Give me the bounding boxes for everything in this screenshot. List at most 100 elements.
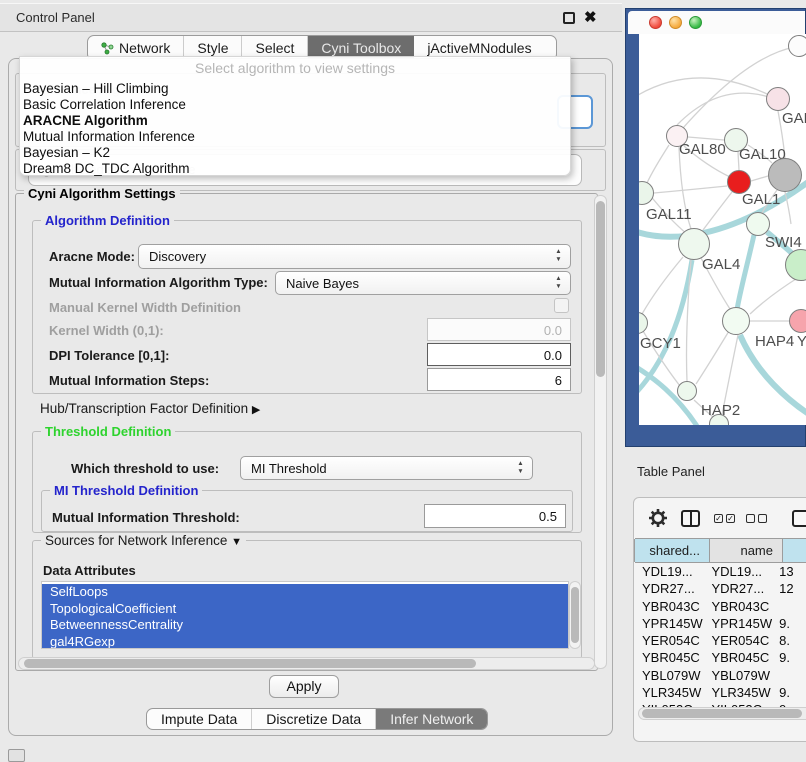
- float-panel-icon[interactable]: [563, 12, 575, 24]
- combo-arrows-icon: ▲▼: [554, 275, 563, 291]
- cyni-algorithm-settings-groupbox: Cyni Algorithm Settings Algorithm Defini…: [15, 193, 598, 671]
- network-node[interactable]: [768, 158, 802, 192]
- hub-definition-toggle[interactable]: Hub/Transcription Factor Definition ▶: [40, 401, 260, 416]
- table-cell: [772, 667, 806, 684]
- attribute-list-item[interactable]: BetweennessCentrality: [42, 617, 568, 634]
- tab-cyni-toolbox-label: Cyni Toolbox: [321, 40, 401, 56]
- zoom-traffic-light-icon[interactable]: [689, 16, 702, 29]
- dropdown-item[interactable]: Basic Correlation Inference: [20, 97, 570, 113]
- kernel-width-label: Kernel Width (0,1):: [49, 323, 164, 338]
- table-row[interactable]: YBL079WYBL079W: [635, 667, 806, 684]
- cyni-algorithm-settings-title: Cyni Algorithm Settings: [24, 186, 180, 201]
- close-icon[interactable]: ✖: [584, 8, 597, 26]
- network-node-y[interactable]: [789, 309, 806, 333]
- table-cell: YER054C: [704, 632, 772, 649]
- table-column-header[interactable]: A: [782, 539, 806, 562]
- mi-threshold-title: MI Threshold Definition: [50, 483, 202, 498]
- hub-definition-label: Hub/Transcription Factor Definition: [40, 401, 248, 416]
- table-mode-icon[interactable]: [792, 510, 806, 527]
- table-column-header[interactable]: name: [709, 539, 783, 562]
- table-row[interactable]: YLR345WYLR345W9.: [635, 684, 806, 701]
- which-threshold-value: MI Threshold: [251, 461, 327, 476]
- table-cell: YLR345W: [704, 684, 772, 701]
- network-node-label: Y: [797, 333, 806, 350]
- algorithm-definition-groupbox: Algorithm Definition Aracne Mode: Discov…: [32, 220, 582, 394]
- tab-impute-data[interactable]: Impute Data: [147, 709, 252, 729]
- network-node-label: HAP4: [755, 333, 794, 350]
- table-cell: 12: [772, 580, 806, 597]
- mi-type-combo[interactable]: Naive Bayes ▲▼: [275, 271, 571, 295]
- check-all-icon2[interactable]: ✓: [726, 514, 735, 523]
- dropdown-item[interactable]: Bayesian – Hill Climbing: [20, 81, 570, 97]
- data-attributes-label: Data Attributes: [43, 563, 136, 578]
- mi-steps-field[interactable]: 6: [427, 368, 571, 391]
- dock-panel-icon[interactable]: [8, 749, 25, 762]
- uncheck-all-icon2[interactable]: [758, 514, 767, 523]
- settings-vertical-scrollbar[interactable]: [594, 195, 607, 669]
- table-column-header[interactable]: shared...: [634, 539, 710, 562]
- aracne-mode-label: Aracne Mode:: [49, 249, 135, 264]
- table-cell: YDR27...: [704, 580, 772, 597]
- sources-groupbox: Sources for Network Inference ▼ Data Att…: [32, 540, 582, 659]
- network-node-swi4[interactable]: [746, 212, 770, 236]
- attribute-list-item[interactable]: gal4RGexp: [42, 634, 568, 650]
- tab-discretize-data[interactable]: Discretize Data: [252, 709, 376, 729]
- table-cell: YBR043C: [704, 598, 772, 615]
- table-cell: [772, 598, 806, 615]
- dpi-tolerance-label: DPI Tolerance [0,1]:: [49, 348, 169, 363]
- network-node-label: GCY1: [640, 335, 681, 352]
- threshold-definition-groupbox: Threshold Definition Which threshold to …: [32, 431, 582, 533]
- attribute-list-scrollbar[interactable]: [569, 581, 581, 649]
- dropdown-item[interactable]: Dream8 DC_TDC Algorithm: [20, 161, 570, 177]
- gear-icon[interactable]: [648, 508, 668, 533]
- network-node-label: GAL80: [679, 141, 726, 158]
- table-cell: YPR145W: [635, 615, 704, 632]
- tab-infer-network[interactable]: Infer Network: [376, 709, 487, 729]
- expanded-arrow-icon: ▼: [231, 536, 242, 548]
- kernel-width-field[interactable]: 0.0: [427, 318, 571, 341]
- table-cell: YER054C: [635, 632, 704, 649]
- table-cell: YDL19...: [704, 563, 772, 580]
- table-cell: 9.: [772, 615, 806, 632]
- table-row[interactable]: YER054CYER054C8.: [635, 632, 806, 649]
- which-threshold-combo[interactable]: MI Threshold ▲▼: [240, 456, 533, 480]
- table-horizontal-scrollbar[interactable]: [638, 707, 806, 720]
- network-node-hap2[interactable]: [677, 381, 697, 401]
- close-traffic-light-icon[interactable]: [649, 16, 662, 29]
- table-row[interactable]: YDL19...YDL19...13: [635, 563, 806, 580]
- table-row[interactable]: YBR045CYBR045C9.: [635, 649, 806, 666]
- attribute-list-item[interactable]: SelfLoops: [42, 584, 568, 601]
- aracne-mode-combo[interactable]: Discovery ▲▼: [138, 244, 571, 269]
- data-attributes-list[interactable]: SelfLoopsTopologicalCoefficientBetweenne…: [41, 581, 569, 649]
- sources-toggle[interactable]: Sources for Network Inference ▼: [41, 533, 246, 548]
- dropdown-placeholder: Select algorithm to view settings: [20, 57, 570, 81]
- minimize-traffic-light-icon[interactable]: [669, 16, 682, 29]
- attribute-list-item[interactable]: TopologicalCoefficient: [42, 601, 568, 618]
- network-node-hap4[interactable]: [722, 307, 750, 335]
- network-tab-icon: [101, 42, 114, 55]
- manual-kernel-checkbox[interactable]: [554, 298, 569, 313]
- uncheck-all-icon[interactable]: [746, 514, 755, 523]
- split-columns-icon[interactable]: [681, 510, 700, 527]
- network-canvas[interactable]: GALGAL80GAL10GAL1GAL11GAL4SWI4GCY1HAP4YH…: [639, 34, 806, 425]
- table-row[interactable]: YPR145WYPR145W9.: [635, 615, 806, 632]
- check-all-icon[interactable]: ✓: [714, 514, 723, 523]
- mi-type-label: Mutual Information Algorithm Type:: [49, 275, 268, 290]
- table-row[interactable]: YBR043CYBR043C: [635, 598, 806, 615]
- mi-threshold-field[interactable]: 0.5: [424, 504, 566, 528]
- algorithm-dropdown-list: Select algorithm to view settings Bayesi…: [19, 56, 571, 176]
- network-node-gal[interactable]: [766, 87, 790, 111]
- table-row[interactable]: YDR27...YDR27...12: [635, 580, 806, 597]
- apply-button[interactable]: Apply: [269, 675, 339, 698]
- table-cell: YBR045C: [704, 649, 772, 666]
- mi-type-value: Naive Bayes: [286, 276, 359, 291]
- settings-horizontal-scrollbar[interactable]: [18, 657, 595, 670]
- dropdown-item[interactable]: ARACNE Algorithm: [20, 113, 570, 129]
- network-window-titlebar: [628, 11, 805, 34]
- dropdown-item[interactable]: Bayesian – K2: [20, 145, 570, 161]
- table-cell: 9.: [772, 649, 806, 666]
- network-node[interactable]: [788, 35, 806, 57]
- table-header-row: shared...nameA: [635, 538, 806, 563]
- dpi-tolerance-field[interactable]: 0.0: [427, 343, 571, 366]
- dropdown-item[interactable]: Mutual Information Inference: [20, 129, 570, 145]
